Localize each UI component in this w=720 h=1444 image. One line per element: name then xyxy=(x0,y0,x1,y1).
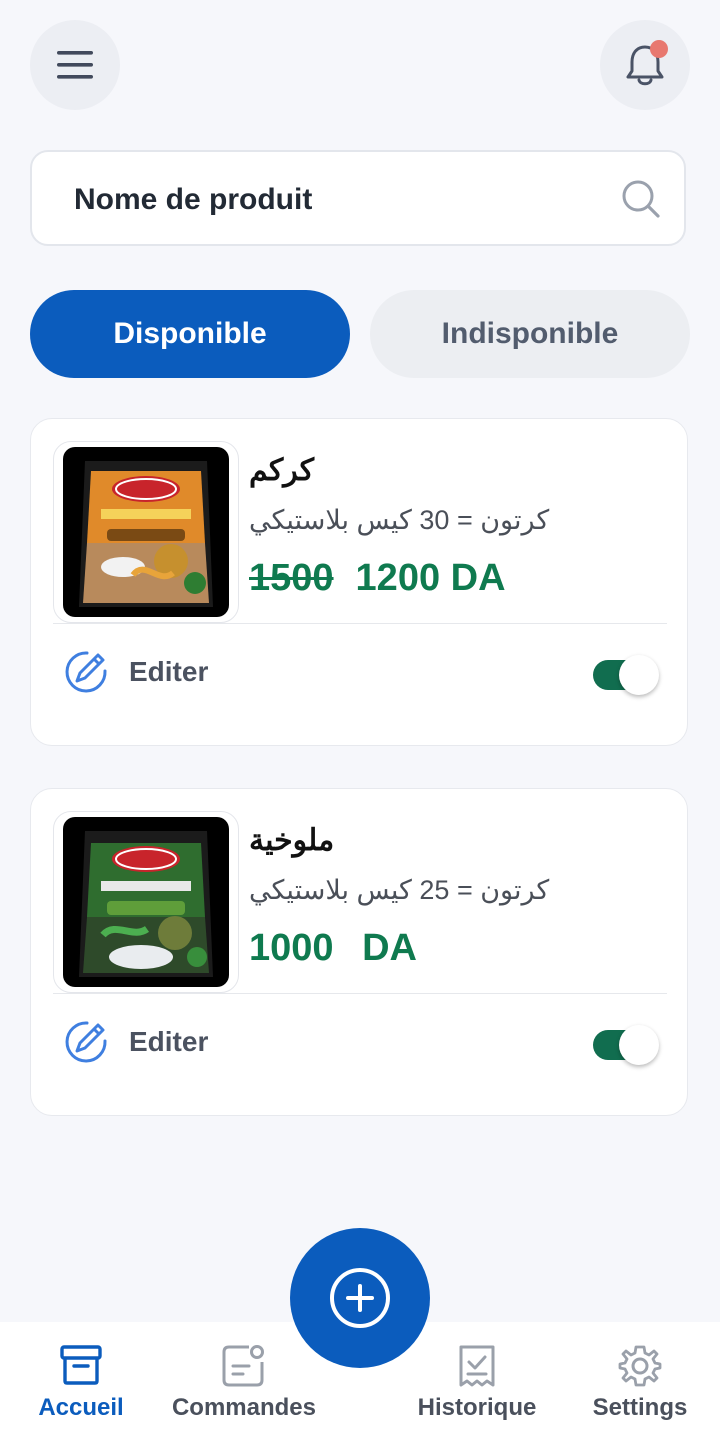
nav-item-accueil[interactable]: Accueil xyxy=(1,1322,161,1444)
nav-label: Accueil xyxy=(38,1394,124,1421)
edit-label: Editer xyxy=(129,656,209,687)
availability-toggle[interactable] xyxy=(593,1025,659,1065)
toggle-knob xyxy=(619,655,659,695)
product-card: كركم كرتون = 30 كيس بلاستيكي 1500 1200 D… xyxy=(30,418,688,746)
gear-icon xyxy=(618,1345,662,1387)
hamburger-menu-icon xyxy=(57,51,93,79)
curcuma-package-image xyxy=(63,447,229,617)
product-card: ملوخية كرتون = 25 كيس بلاستيكي 1000 DA E… xyxy=(30,788,688,1116)
orders-icon xyxy=(222,1345,264,1387)
history-receipt-icon xyxy=(459,1345,495,1387)
tab-indisponible[interactable]: Indisponible xyxy=(370,290,690,378)
add-circle-icon xyxy=(330,1268,390,1328)
product-price-row: 1000 DA xyxy=(249,925,417,971)
product-image xyxy=(53,441,239,623)
product-image xyxy=(53,811,239,993)
toggle-knob xyxy=(619,1025,659,1065)
search-input[interactable] xyxy=(72,174,596,226)
edit-pencil-icon xyxy=(65,651,107,693)
tab-disponible[interactable]: Disponible xyxy=(30,290,350,378)
add-product-button[interactable] xyxy=(290,1228,430,1368)
edit-button[interactable]: Editer xyxy=(63,649,208,695)
card-divider xyxy=(53,993,667,994)
notifications-button[interactable] xyxy=(600,20,690,110)
card-divider xyxy=(53,623,667,624)
nav-item-settings[interactable]: Settings xyxy=(560,1322,720,1444)
product-price-row: 1500 1200 DA xyxy=(249,555,506,601)
current-price: 1000 DA xyxy=(249,926,417,969)
search-bar xyxy=(30,150,686,246)
nav-label: Commandes xyxy=(171,1394,317,1421)
product-description: كرتون = 25 كيس بلاستيكي xyxy=(249,875,550,905)
menu-button[interactable] xyxy=(30,20,120,110)
nav-label: Historique xyxy=(417,1394,537,1421)
product-name: ملوخية xyxy=(249,824,335,857)
nav-label: Settings xyxy=(592,1394,688,1421)
availability-toggle[interactable] xyxy=(593,655,659,695)
old-price: 1500 xyxy=(249,556,334,599)
mloukhia-package-image xyxy=(63,817,229,987)
edit-pencil-icon xyxy=(65,1021,107,1063)
product-name: كركم xyxy=(249,454,315,487)
archive-box-icon xyxy=(60,1345,102,1385)
edit-button[interactable]: Editer xyxy=(63,1019,208,1065)
nav-item-historique[interactable]: Historique xyxy=(397,1322,557,1444)
edit-label: Editer xyxy=(129,1026,209,1057)
current-price: 1200 DA xyxy=(355,556,506,599)
product-description: كرتون = 30 كيس بلاستيكي xyxy=(249,505,550,535)
nav-item-commandes[interactable]: Commandes xyxy=(164,1322,324,1444)
notification-badge xyxy=(650,40,668,58)
search-icon[interactable] xyxy=(620,178,662,220)
